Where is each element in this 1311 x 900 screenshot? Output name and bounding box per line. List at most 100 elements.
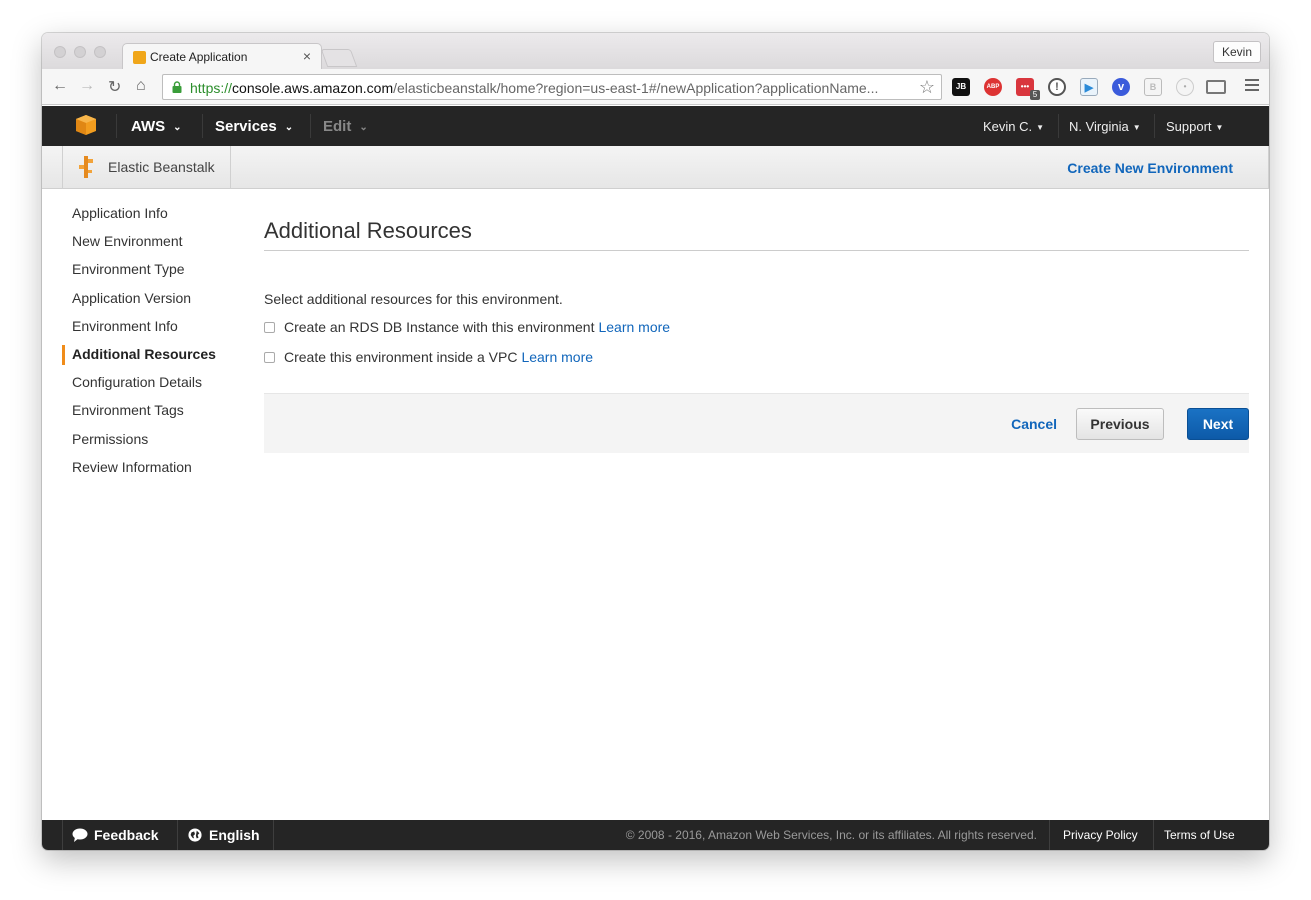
tab-title: Create Application [150,50,248,64]
step-permissions[interactable]: Permissions [62,429,242,457]
profile-button[interactable]: Kevin [1212,41,1261,63]
page-title: Additional Resources [264,218,1249,251]
vpc-checkbox[interactable] [264,351,275,363]
browser-menu-icon[interactable] [1245,79,1259,91]
aws-top-nav: AWS ⌄ Services ⌄ Edit ⌄ Kevin C. ▼ N. Virgin… [42,106,1269,146]
nav-separator [1058,114,1059,138]
browser-window: Create Application × Kevin ← → ↻ ⌂ https… [42,33,1269,850]
footer-separator [1049,820,1050,850]
service-bar: Elastic Beanstalk Create New Environment [42,146,1269,189]
extension-badge: 5 [1030,90,1040,100]
feedback-label: Feedback [94,827,159,843]
main-content: Additional Resources Select additional r… [264,218,1249,453]
rds-option-label: Create an RDS DB Instance with this envi… [284,319,595,335]
step-environment-type[interactable]: Environment Type [62,259,242,287]
wizard-action-bar: Cancel Previous Next [264,393,1249,453]
adblock-extension-icon[interactable]: ABP [984,78,1002,96]
next-button[interactable]: Next [1187,408,1249,440]
step-application-info[interactable]: Application Info [62,203,242,231]
edit-menu[interactable]: Edit ⌄ [323,118,368,135]
support-menu-label: Support [1166,119,1212,134]
forward-arrow-icon[interactable]: → [79,77,95,95]
nav-separator [310,114,311,138]
intro-text: Select additional resources for this env… [264,291,563,307]
copyright-text: © 2008 - 2016, Amazon Web Services, Inc.… [625,828,1037,842]
caret-down-icon: ▼ [1036,123,1045,133]
region-menu[interactable]: N. Virginia ▼ [1069,119,1141,134]
cancel-button[interactable]: Cancel [1011,416,1057,432]
privacy-policy-link[interactable]: Privacy Policy [1063,828,1138,842]
services-menu[interactable]: Services ⌄ [215,118,293,135]
elastic-beanstalk-icon [79,156,93,178]
edit-menu-label: Edit [323,118,352,135]
step-application-version[interactable]: Application Version [62,288,242,316]
aws-cube-icon[interactable] [75,114,97,136]
user-menu[interactable]: Kevin C. ▼ [983,119,1044,134]
feedback-link[interactable]: Feedback [72,827,159,843]
minimize-window-button[interactable] [74,46,86,58]
caret-down-icon: ▼ [1215,123,1224,133]
vimeo-extension-icon[interactable]: v [1112,78,1130,96]
language-selector[interactable]: English [187,827,260,843]
service-bar-divider [1268,146,1269,189]
rds-option: Create an RDS DB Instance with this envi… [264,317,1249,337]
aws-favicon-icon [133,51,146,64]
url-host: console.aws.amazon.com [232,80,394,96]
step-new-environment[interactable]: New Environment [62,231,242,259]
nav-separator [202,114,203,138]
service-home-link[interactable]: Elastic Beanstalk [62,146,231,189]
footer-separator [177,820,178,850]
circle-extension-icon[interactable]: • [1176,78,1194,96]
footer-separator [273,820,274,850]
step-review-information[interactable]: Review Information [62,457,242,485]
url-path: /elasticbeanstalk/home?region=us-east-1#… [393,80,879,96]
jetbrains-extension-icon[interactable]: JB [952,78,970,96]
home-icon[interactable]: ⌂ [136,77,146,95]
close-window-button[interactable] [54,46,66,58]
cast-icon[interactable] [1206,80,1226,94]
caret-down-icon: ▼ [1132,123,1141,133]
chevron-down-icon: ⌄ [173,121,182,133]
nav-separator [1154,114,1155,138]
play-extension-icon[interactable]: ▶ [1080,78,1098,96]
step-configuration-details[interactable]: Configuration Details [62,372,242,400]
zoom-window-button[interactable] [94,46,106,58]
user-menu-label: Kevin C. [983,119,1033,134]
reload-icon[interactable]: ↻ [108,77,121,97]
services-menu-label: Services [215,118,277,135]
vpc-learn-more-link[interactable]: Learn more [521,349,593,365]
step-environment-tags[interactable]: Environment Tags [62,400,242,428]
aws-menu[interactable]: AWS ⌄ [131,118,182,135]
terms-of-use-link[interactable]: Terms of Use [1164,828,1235,842]
bookmark-extension-icon[interactable]: B [1144,78,1162,96]
speech-bubble-icon [72,828,88,842]
address-bar[interactable]: https://console.aws.amazon.com/elasticbe… [162,74,942,100]
onepassword-extension-icon[interactable]: ! [1048,78,1066,96]
rds-checkbox[interactable] [264,321,275,333]
nav-separator [116,114,117,138]
globe-icon [188,828,202,842]
rds-learn-more-link[interactable]: Learn more [598,319,670,335]
bookmark-star-icon[interactable]: ☆ [919,77,935,98]
footer-separator [1153,820,1154,850]
footer-separator [62,820,63,850]
service-name: Elastic Beanstalk [108,159,215,175]
step-additional-resources[interactable]: Additional Resources [62,344,242,372]
tab-close-icon[interactable]: × [303,48,311,64]
support-menu[interactable]: Support ▼ [1166,119,1223,134]
new-tab-button[interactable] [320,49,358,67]
chevron-down-icon: ⌄ [284,121,294,133]
browser-tab[interactable]: Create Application × [122,43,322,69]
url-scheme: https:// [190,80,233,96]
step-environment-info[interactable]: Environment Info [62,316,242,344]
create-new-environment-link[interactable]: Create New Environment [1067,160,1233,176]
tab-strip: Create Application × Kevin [42,33,1269,69]
url-text: https://console.aws.amazon.com/elasticbe… [190,80,878,96]
language-label: English [209,827,260,843]
back-arrow-icon[interactable]: ← [52,77,68,95]
aws-menu-label: AWS [131,118,166,135]
previous-button[interactable]: Previous [1076,408,1164,440]
vpc-option: Create this environment inside a VPC Lea… [264,347,1249,367]
chevron-down-icon: ⌄ [359,121,368,133]
region-menu-label: N. Virginia [1069,119,1129,134]
